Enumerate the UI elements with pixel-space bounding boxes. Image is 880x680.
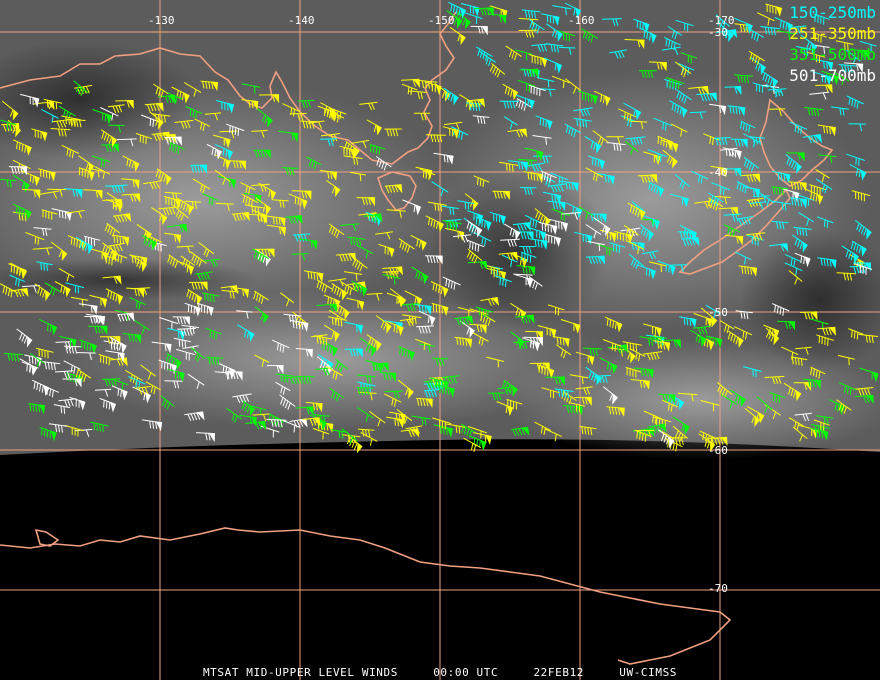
map-canvas: -130 -140 -150 -160 -170 -30 -40 -50 -60… xyxy=(0,0,880,680)
legend-item-501-700mb: 501-700mb xyxy=(789,66,876,85)
observation-date: 22FEB12 xyxy=(533,666,585,679)
lon-label-130: -130 xyxy=(148,14,175,27)
pressure-legend: 150-250mb 251-350mb 351-500mb 501-700mb xyxy=(789,2,876,86)
lat-label-30: -30 xyxy=(708,26,728,39)
lat-label-70: -70 xyxy=(708,582,728,595)
lon-label-160: -160 xyxy=(568,14,595,27)
satellite-wind-map: -130 -140 -150 -160 -170 -30 -40 -50 -60… xyxy=(0,0,880,680)
lon-label-150: -150 xyxy=(428,14,455,27)
antarctica-coastline xyxy=(0,527,732,665)
lat-label-60: -60 xyxy=(708,444,728,457)
lat-label-50: -50 xyxy=(708,306,728,319)
legend-item-150-250mb: 150-250mb xyxy=(789,3,876,22)
observation-time: 00:00 UTC xyxy=(433,666,499,679)
legend-item-251-350mb: 251-350mb xyxy=(789,24,876,43)
lat-label-40: -40 xyxy=(708,166,728,179)
data-source: UW-CIMSS xyxy=(619,666,678,679)
image-caption: MTSAT MID-UPPER LEVEL WINDS 00:00 UTC 22… xyxy=(0,666,880,679)
product-name: MTSAT MID-UPPER LEVEL WINDS xyxy=(202,666,398,679)
lon-label-140: -140 xyxy=(288,14,315,27)
legend-item-351-500mb: 351-500mb xyxy=(789,45,876,64)
